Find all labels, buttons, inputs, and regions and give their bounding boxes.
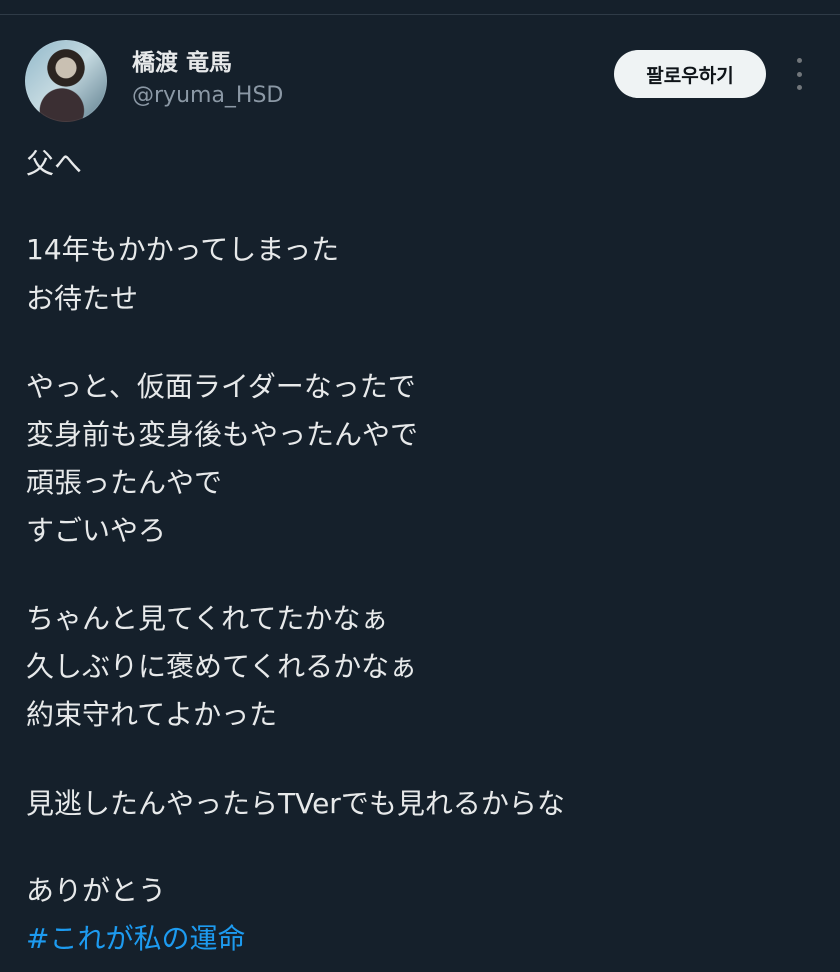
tweet-line: ありがとう	[26, 874, 167, 907]
more-vertical-icon[interactable]	[789, 58, 809, 90]
tweet-line: やっと、仮面ライダーなったで	[26, 370, 416, 403]
hashtag-link[interactable]: #これが私の運命	[26, 925, 245, 953]
tweet-line: すごいやろ	[26, 514, 167, 547]
tweet-line: 頑張ったんやで	[26, 466, 223, 499]
tweet-line: ちゃんと見てくれてたかなぁ	[26, 602, 389, 635]
tweet-line: 14年もかかってしまった	[26, 233, 340, 266]
top-divider	[0, 14, 840, 15]
more-dot	[796, 58, 802, 63]
follow-button[interactable]: 팔로우하기	[614, 50, 766, 98]
tweet-line: 久しぶりに褒めてくれるかなぁ	[26, 650, 418, 683]
tweet-line: 見逃したんやったらTVerでも見れるからな	[26, 787, 565, 820]
tweet-line: お待たせ	[26, 282, 139, 315]
more-dot	[796, 85, 802, 90]
tweet-line: 変身前も変身後もやったんやで	[26, 418, 419, 451]
avatar[interactable]	[25, 40, 107, 122]
tweet-line: 約束守れてよかった	[26, 698, 278, 731]
author-display-name[interactable]: 橋渡 竜馬	[132, 52, 232, 75]
more-dot	[796, 71, 802, 77]
tweet-line: 父へ	[26, 147, 83, 180]
author-handle[interactable]: @ryuma_HSD	[132, 85, 283, 107]
